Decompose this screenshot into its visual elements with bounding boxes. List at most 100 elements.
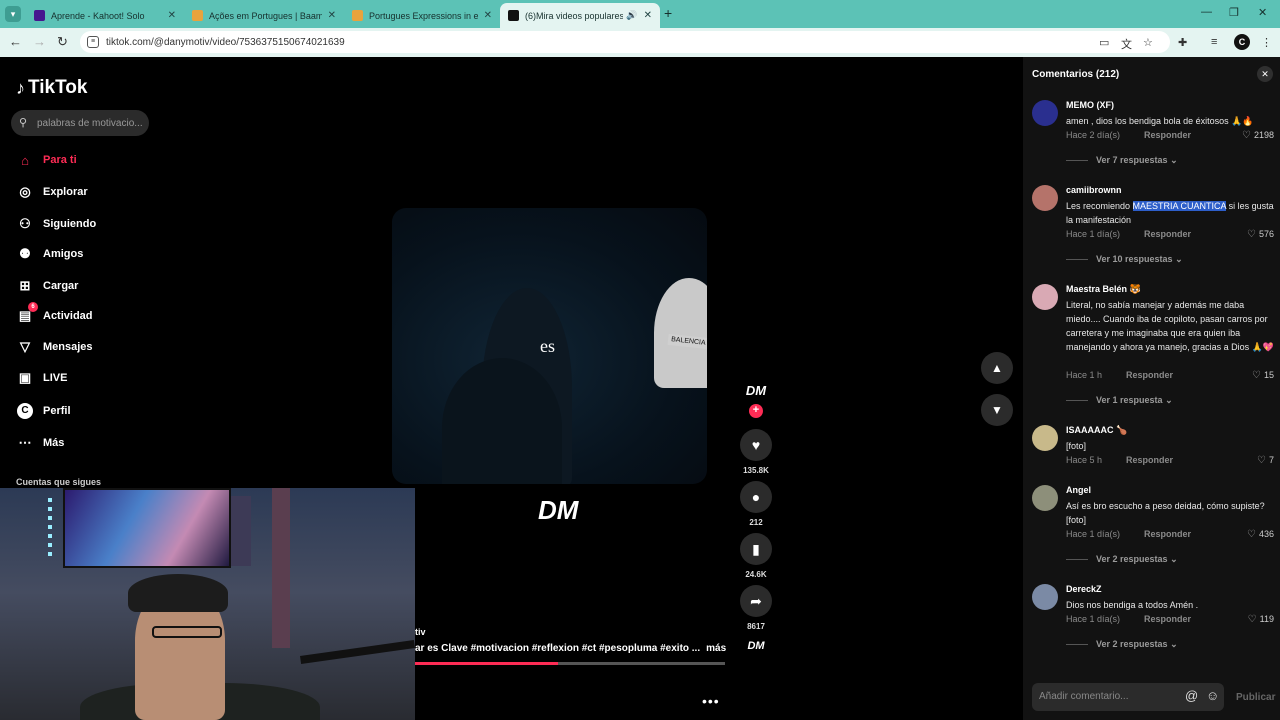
tab-title: Aprende - Kahoot! Solo — [51, 10, 145, 21]
bookmark-star-icon[interactable]: ☆ — [1143, 36, 1153, 49]
media-control-icon[interactable]: ≡ — [1211, 36, 1217, 48]
more-options-icon[interactable]: ••• — [702, 693, 720, 709]
heart-outline-icon: ♡ — [1252, 370, 1261, 381]
close-window-icon[interactable]: ✕ — [1258, 6, 1267, 19]
video-author-name[interactable]: tiv — [415, 627, 426, 637]
comment-meta: Hace 1 h Responder — [1066, 370, 1173, 380]
view-replies[interactable]: Ver 2 respuestas ⌄ — [1066, 639, 1178, 650]
reply-button[interactable]: Responder — [1144, 614, 1191, 624]
comment-like[interactable]: ♡ 436 — [1247, 529, 1274, 540]
reply-button[interactable]: Responder — [1126, 455, 1173, 465]
browser-tab[interactable]: Ações em Portugues | Baambo… ✕ — [184, 3, 344, 28]
comments-panel: Comentarios (212) ✕ MEMO (XF) amen , dio… — [1023, 57, 1280, 720]
commenter-name[interactable]: ISAAAAAC 🍗 — [1066, 425, 1127, 436]
like-button[interactable]: ♥ — [740, 429, 772, 461]
commenter-avatar[interactable] — [1032, 284, 1058, 310]
cast-icon[interactable]: ▭ — [1099, 36, 1109, 49]
sidebar-item-mas[interactable]: ⋯ Más — [16, 434, 65, 452]
close-comments-button[interactable]: ✕ — [1257, 66, 1273, 82]
close-tab-icon[interactable]: ✕ — [168, 10, 176, 21]
browser-menu-icon[interactable]: ⋮ — [1261, 36, 1272, 49]
sidebar-item-cargar[interactable]: ⊞ Cargar — [16, 277, 79, 295]
publish-button[interactable]: Publicar — [1236, 692, 1275, 703]
commenter-avatar[interactable] — [1032, 425, 1058, 451]
share-arrow-icon: ➦ — [750, 592, 762, 609]
babbel-favicon-icon — [352, 10, 363, 21]
view-replies[interactable]: Ver 1 respuesta ⌄ — [1066, 395, 1173, 406]
comment-like[interactable]: ♡ 119 — [1248, 614, 1274, 625]
webcam-monitor — [63, 488, 231, 568]
comment-like[interactable]: ♡ 2198 — [1242, 130, 1274, 141]
address-bar[interactable]: ≡ tiktok.com/@danymotiv/video/7536375150… — [80, 31, 1170, 53]
video-progress-bar[interactable] — [415, 662, 725, 665]
reply-button[interactable]: Responder — [1144, 229, 1191, 239]
tiktok-logo[interactable]: ♪ TikTok — [16, 77, 87, 99]
minimize-icon[interactable]: — — [1201, 6, 1212, 18]
author-avatar[interactable]: DM — [740, 383, 772, 405]
sidebar-item-perfil[interactable]: C Perfil — [16, 402, 71, 420]
emoji-icon[interactable]: ☺ — [1206, 688, 1219, 703]
restore-icon[interactable]: ❐ — [1229, 6, 1239, 19]
view-replies[interactable]: Ver 2 respuestas ⌄ — [1066, 554, 1178, 565]
sidebar-item-para-ti[interactable]: ⌂ Para ti — [16, 151, 77, 169]
commenter-avatar[interactable] — [1032, 185, 1058, 211]
sidebar-item-actividad[interactable]: ▤ 6 Actividad — [16, 302, 93, 325]
next-author-avatar[interactable]: DM — [740, 640, 772, 652]
search-input[interactable]: ⚲ palabras de motivacio... — [11, 110, 149, 136]
mention-icon[interactable]: @ — [1185, 688, 1198, 703]
heart-outline-icon: ♡ — [1257, 455, 1266, 466]
browser-tab-active[interactable]: (6)Mira videos populares sc 🔊 ✕ — [500, 3, 660, 28]
previous-video-button[interactable]: ▲ — [981, 352, 1013, 384]
comment-like[interactable]: ♡ 15 — [1252, 370, 1274, 381]
tab-title: Portugues Expressions in engli… — [369, 10, 478, 21]
progress-fill — [415, 662, 558, 665]
browser-tab[interactable]: Portugues Expressions in engli… ✕ — [344, 3, 500, 28]
share-button[interactable]: ➦ — [740, 585, 772, 617]
commenter-name[interactable]: MEMO (XF) — [1066, 100, 1114, 110]
commenter-avatar[interactable] — [1032, 100, 1058, 126]
caption-more-link[interactable]: más — [706, 643, 726, 654]
commenter-name[interactable]: camiibrownn — [1066, 185, 1122, 195]
view-replies[interactable]: Ver 7 respuestas ⌄ — [1066, 155, 1178, 166]
chevron-down-icon: ⌄ — [1165, 395, 1173, 405]
bookmark-icon: ▮ — [752, 540, 760, 557]
comment-like[interactable]: ♡ 7 — [1257, 455, 1274, 466]
comment-button[interactable]: ● — [740, 481, 772, 513]
commenter-avatar[interactable] — [1032, 485, 1058, 511]
site-info-icon[interactable]: ≡ — [87, 36, 99, 48]
comment-time: Hace 1 h — [1066, 370, 1103, 380]
sidebar-item-mensajes[interactable]: ▽ Mensajes — [16, 338, 93, 356]
reply-button[interactable]: Responder — [1126, 370, 1173, 380]
commenter-name[interactable]: DereckZ — [1066, 584, 1102, 594]
forward-icon[interactable]: → — [33, 34, 46, 49]
close-tab-icon[interactable]: ✕ — [484, 10, 492, 21]
comment-like[interactable]: ♡ 576 — [1247, 229, 1274, 240]
browser-tab[interactable]: Aprende - Kahoot! Solo ✕ — [26, 3, 184, 28]
follow-plus-icon[interactable]: + — [749, 404, 763, 418]
translate-icon[interactable]: 文 — [1121, 36, 1132, 52]
tab-search-icon[interactable]: ▾ — [5, 6, 21, 22]
speaker-icon[interactable]: 🔊 — [626, 10, 637, 21]
view-replies[interactable]: Ver 10 respuestas ⌄ — [1066, 254, 1183, 265]
save-button[interactable]: ▮ — [740, 533, 772, 565]
close-tab-icon[interactable]: ✕ — [328, 10, 336, 21]
close-tab-icon[interactable]: ✕ — [644, 10, 652, 21]
sidebar-item-live[interactable]: ▣ LIVE — [16, 369, 68, 387]
sidebar-item-amigos[interactable]: ⚉ Amigos — [16, 245, 83, 263]
reply-button[interactable]: Responder — [1144, 130, 1191, 140]
comment-meta: Hace 5 h Responder — [1066, 455, 1173, 465]
extensions-icon[interactable]: ✚ — [1178, 36, 1187, 49]
share-count: 8617 — [747, 622, 765, 631]
sidebar-item-siguiendo[interactable]: ⚇ Siguiendo — [16, 215, 96, 233]
back-icon[interactable]: ← — [9, 34, 22, 49]
commenter-name[interactable]: Maestra Belén 🐯 — [1066, 284, 1141, 295]
browser-profile-avatar[interactable]: C — [1234, 34, 1250, 50]
sidebar-item-explorar[interactable]: ◎ Explorar — [16, 183, 87, 201]
reply-button[interactable]: Responder — [1144, 529, 1191, 539]
commenter-avatar[interactable] — [1032, 584, 1058, 610]
commenter-name[interactable]: Angel — [1066, 485, 1091, 495]
video-player[interactable]: BALENCIA es — [392, 208, 707, 484]
new-tab-icon[interactable]: + — [664, 5, 672, 21]
reload-icon[interactable]: ↻ — [57, 34, 68, 50]
next-video-button[interactable]: ▼ — [981, 394, 1013, 426]
